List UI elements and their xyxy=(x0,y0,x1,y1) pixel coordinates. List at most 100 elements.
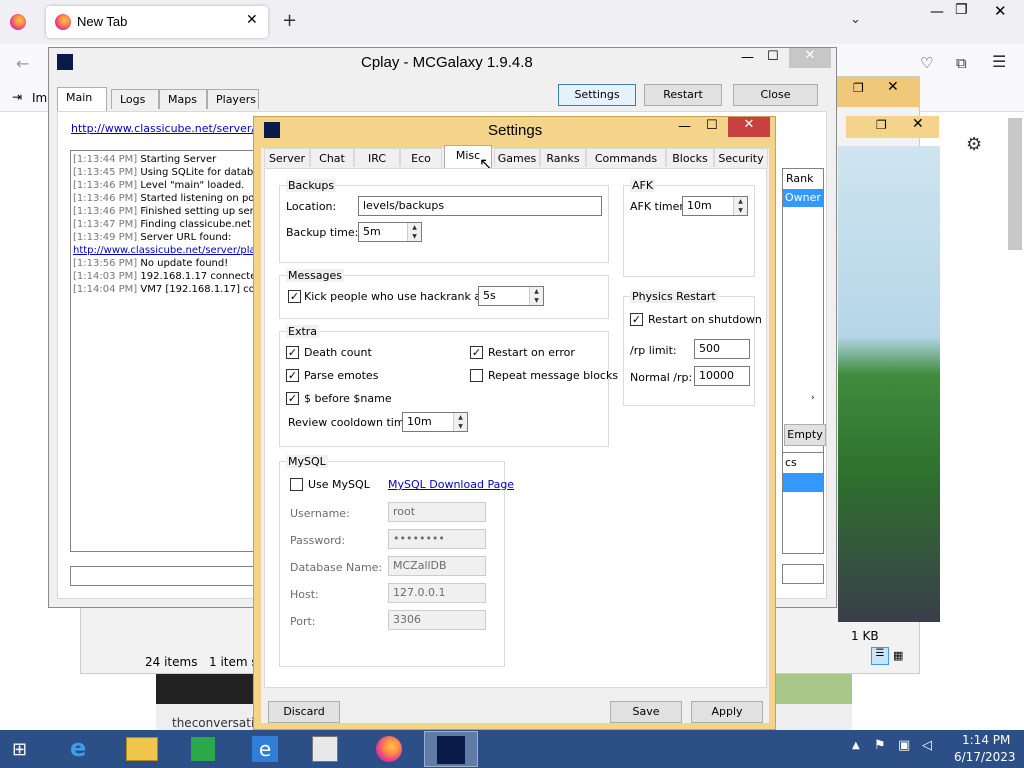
pocket-icon[interactable]: ♡ xyxy=(920,54,933,72)
save-button[interactable]: Save xyxy=(610,701,682,723)
normal-rp-input[interactable]: 10000 xyxy=(694,366,750,386)
restore-icon[interactable]: ❐ xyxy=(955,2,968,18)
flag-icon[interactable]: ⚑ xyxy=(874,738,886,753)
empty-button[interactable]: Empty xyxy=(784,424,826,446)
tab-blocks[interactable]: Blocks xyxy=(666,148,714,167)
restart-error-checkbox[interactable]: ✓ xyxy=(470,346,483,359)
maximize-icon[interactable]: ☐ xyxy=(767,49,779,64)
discard-button[interactable]: Discard xyxy=(268,701,340,723)
restart-shutdown-checkbox[interactable]: ✓ xyxy=(630,313,643,326)
dollar-name-checkbox[interactable]: ✓ xyxy=(286,392,299,405)
clock-date[interactable]: 6/17/2023 xyxy=(954,750,1016,764)
clock-time[interactable]: 1:14 PM xyxy=(962,733,1010,747)
settings-button[interactable]: Settings xyxy=(558,84,636,106)
close-tab-icon[interactable]: ✕ xyxy=(246,12,258,28)
tab-chat[interactable]: Chat xyxy=(310,148,354,167)
kick-hackrank-checkbox[interactable]: ✓ xyxy=(288,290,301,303)
afk-label: AFK xyxy=(630,179,656,192)
details-view-icon[interactable]: ☰ xyxy=(871,647,889,665)
maximize-icon[interactable]: ☐ xyxy=(706,118,718,133)
restore-icon[interactable]: ❐ xyxy=(876,118,887,132)
taskbar-app[interactable] xyxy=(298,731,352,767)
tab-players[interactable]: Players xyxy=(207,89,259,109)
log-link[interactable]: http://www.classicube.net/server/play xyxy=(73,245,255,256)
host-input[interactable]: 127.0.0.1 xyxy=(388,583,486,603)
spinner-icon[interactable]: ▲ ▼ xyxy=(529,287,543,305)
tab-security[interactable]: Security xyxy=(714,148,768,167)
backup-time-stepper[interactable]: 5m ▲ ▼ xyxy=(358,222,422,242)
rp-limit-input[interactable]: 500 xyxy=(694,339,750,359)
tab-logs[interactable]: Logs xyxy=(111,89,159,109)
afk-timer-stepper[interactable]: 10m ▲ ▼ xyxy=(682,196,748,216)
tab-server[interactable]: Server xyxy=(264,148,310,167)
tab-main[interactable]: Main xyxy=(57,87,107,111)
close-icon[interactable]: ✕ xyxy=(728,117,770,137)
server-url-link[interactable]: http://www.classicube.net/server/play xyxy=(71,122,278,135)
spinner-icon[interactable]: ▲ ▼ xyxy=(453,413,467,431)
tab-maps[interactable]: Maps xyxy=(159,89,207,109)
firefox-icon[interactable] xyxy=(10,14,26,30)
scrollbar[interactable] xyxy=(1008,118,1022,250)
tab-eco[interactable]: Eco xyxy=(400,148,442,167)
gear-icon[interactable]: ⚙ xyxy=(966,134,982,155)
chevron-down-icon[interactable]: ⌄ xyxy=(850,12,861,27)
import-bookmarks-label[interactable]: Im xyxy=(32,91,47,105)
death-count-checkbox[interactable]: ✓ xyxy=(286,346,299,359)
taskbar-firefox[interactable] xyxy=(362,731,416,767)
mysql-download-link[interactable]: MySQL Download Page xyxy=(388,478,514,491)
rank-row-selected[interactable]: Owner xyxy=(783,189,823,207)
dbname-input[interactable]: MCZallDB xyxy=(388,556,486,576)
lower-list-item[interactable]: cs xyxy=(785,456,797,469)
port-input[interactable]: 3306 xyxy=(388,610,486,630)
use-mysql-checkbox[interactable] xyxy=(290,478,303,491)
kick-hackrank-stepper[interactable]: 5s ▲ ▼ xyxy=(478,286,544,306)
new-tab-icon[interactable]: + xyxy=(282,10,297,31)
password-input[interactable]: •••••••• xyxy=(388,529,486,549)
browser-tab[interactable]: New Tab ✕ xyxy=(46,6,268,38)
close-icon[interactable]: ✕ xyxy=(789,48,831,68)
extensions-icon[interactable]: ⧉ xyxy=(956,54,967,72)
spinner-icon[interactable]: ▲ ▼ xyxy=(407,223,421,241)
minimize-icon[interactable]: — xyxy=(678,119,691,134)
restart-button[interactable]: Restart xyxy=(644,84,722,106)
restore-icon[interactable]: ❐ xyxy=(853,81,864,95)
taskbar-mcgalaxy[interactable] xyxy=(424,731,478,767)
tab-commands[interactable]: Commands xyxy=(586,148,666,167)
spinner-icon[interactable]: ▲ ▼ xyxy=(733,197,747,215)
log-box[interactable]: [1:13:44 PM] Starting Server [1:13:45 PM]… xyxy=(70,150,256,552)
log-time: [1:13:46 PM] xyxy=(73,193,141,204)
location-input[interactable]: levels/backups xyxy=(358,196,602,216)
side-input[interactable] xyxy=(782,564,824,584)
taskbar-store[interactable] xyxy=(176,731,230,767)
username-input[interactable]: root xyxy=(388,502,486,522)
network-icon[interactable]: ▣ xyxy=(898,738,910,753)
close-icon[interactable]: ✕ xyxy=(912,116,924,132)
command-input[interactable] xyxy=(70,566,256,586)
close-button[interactable]: Close xyxy=(733,84,818,106)
back-icon[interactable]: ← xyxy=(16,54,29,73)
menu-icon[interactable]: ☰ xyxy=(992,52,1006,71)
apply-button[interactable]: Apply xyxy=(691,701,763,723)
close-window-icon[interactable]: ✕ xyxy=(994,2,1007,20)
volume-muted-icon[interactable]: ◁ xyxy=(922,738,932,753)
close-icon[interactable]: ✕ xyxy=(887,79,899,95)
log-text: Starting Server xyxy=(140,154,217,165)
start-button[interactable]: ⊞ xyxy=(0,731,50,767)
tab-irc[interactable]: IRC xyxy=(354,148,400,167)
taskbar-ie[interactable]: e xyxy=(56,731,110,767)
tiles-view-icon[interactable]: ▦ xyxy=(893,649,903,662)
tray-arrow-icon[interactable]: ▲ xyxy=(852,740,860,751)
taskbar-ie2[interactable]: e xyxy=(238,731,292,767)
rank-header[interactable]: Rank xyxy=(786,172,813,185)
chevron-right-icon[interactable]: › xyxy=(811,393,815,403)
lower-list[interactable]: cs xyxy=(782,452,824,492)
parse-emotes-checkbox[interactable]: ✓ xyxy=(286,369,299,382)
tab-ranks[interactable]: Ranks xyxy=(540,148,586,167)
minimize-icon[interactable]: — xyxy=(930,4,944,20)
review-cooldown-stepper[interactable]: 10m ▲ ▼ xyxy=(402,412,468,432)
tab-games[interactable]: Games xyxy=(494,148,540,167)
taskbar-explorer[interactable] xyxy=(116,731,170,767)
minimize-icon[interactable]: — xyxy=(741,50,754,65)
player-list[interactable]: Rank Owner › xyxy=(782,168,824,554)
repeat-blocks-checkbox[interactable] xyxy=(470,369,483,382)
